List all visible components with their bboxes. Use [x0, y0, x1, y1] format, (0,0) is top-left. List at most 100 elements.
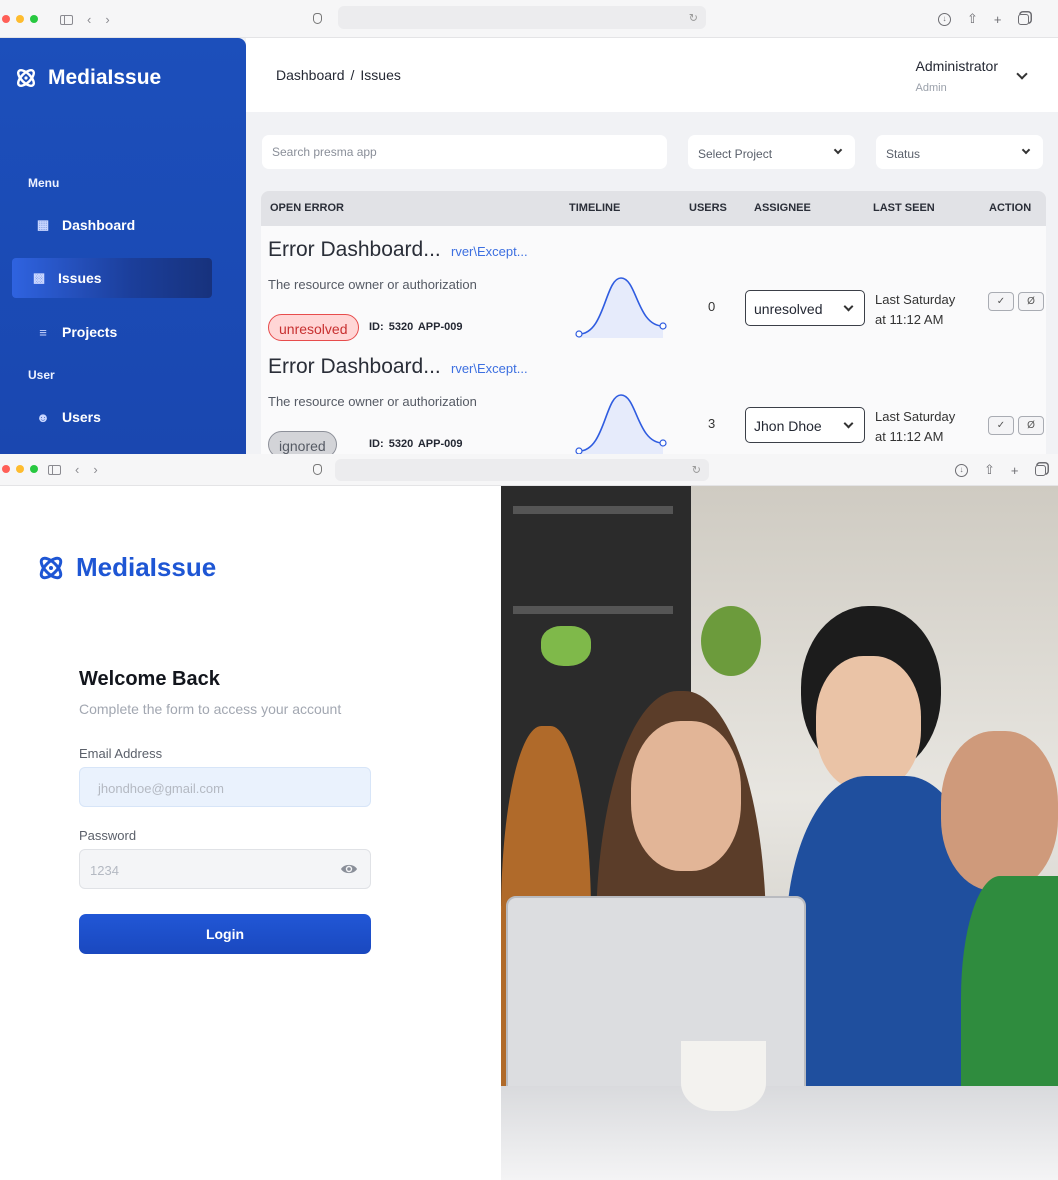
maximize-window-button[interactable]: [30, 15, 38, 23]
chevron-down-icon[interactable]: [1016, 68, 1028, 80]
status-badge: unresolved: [268, 314, 359, 341]
privacy-shield-icon[interactable]: [313, 13, 322, 24]
sidebar: MediaIssue Menu ▦ Dashboard ▩ Issues ≡ P…: [0, 38, 246, 454]
grid-icon: ▦: [36, 217, 50, 232]
login-window: ‹ › ↻ ↓ ⇧ + MediaIssue Welcome Back Comp…: [0, 454, 1058, 1180]
column-header: TIMELINE: [569, 202, 621, 214]
last-seen-time: at 11:12 AM: [875, 429, 944, 444]
close-window-button[interactable]: [2, 15, 10, 23]
new-tab-icon[interactable]: +: [994, 12, 1002, 27]
minimize-window-button[interactable]: [16, 465, 24, 473]
back-icon[interactable]: ‹: [75, 462, 79, 477]
error-title[interactable]: Error Dashboard...: [268, 238, 441, 262]
resolve-check-icon[interactable]: ✓: [988, 292, 1014, 311]
photo-plant-pot: [541, 626, 591, 666]
timeline-sparkline: [575, 277, 667, 338]
chevron-down-icon: [843, 418, 854, 429]
project-select-value: Select Project: [698, 147, 773, 161]
reload-icon[interactable]: ↻: [689, 11, 698, 24]
status-select[interactable]: Status: [876, 135, 1043, 169]
back-icon[interactable]: ‹: [87, 12, 91, 27]
tabs-overview-icon[interactable]: [1017, 13, 1029, 25]
error-meta: ID: 5320 APP-009: [369, 321, 463, 333]
photo-person-face: [816, 656, 921, 791]
browser-toolbar: ‹ › ↻ ↓ ⇧ +: [0, 0, 1058, 38]
last-seen-time: at 11:12 AM: [875, 312, 944, 327]
share-icon[interactable]: ⇧: [984, 462, 995, 478]
timeline-sparkline: [575, 394, 667, 454]
sidebar-item-issues[interactable]: ▩ Issues: [12, 258, 212, 298]
chevron-down-icon: [833, 145, 843, 155]
error-meta: ID: 5320 APP-009: [369, 438, 463, 450]
user-count: 0: [708, 299, 716, 314]
password-placeholder: 1234: [90, 863, 119, 878]
column-header: USERS: [689, 202, 727, 214]
chevron-down-icon: [843, 301, 854, 312]
tabs-overview-icon[interactable]: [1034, 464, 1046, 476]
email-field[interactable]: jhondhoe@gmail.com: [79, 767, 371, 807]
sidebar-item-label: Users: [62, 409, 101, 425]
user-heading: User: [28, 368, 55, 382]
search-input[interactable]: Search presma app: [262, 135, 667, 169]
atom-logo-icon: [14, 66, 38, 90]
column-header: ASSIGNEE: [754, 202, 811, 214]
last-seen-day: Last Saturday: [875, 292, 956, 307]
breadcrumb-separator: /: [350, 67, 355, 83]
exception-link[interactable]: rver\Except...: [451, 361, 528, 376]
browser-toolbar: ‹ › ↻ ↓ ⇧ +: [0, 454, 1058, 486]
privacy-shield-icon[interactable]: [313, 464, 322, 475]
sidebar-item-projects[interactable]: ≡ Projects: [12, 312, 212, 352]
status-badge: ignored: [268, 431, 337, 454]
forward-icon[interactable]: ›: [93, 462, 97, 477]
login-button[interactable]: Login: [79, 914, 371, 954]
show-password-eye-icon[interactable]: [340, 862, 358, 876]
sidebar-toggle-icon[interactable]: [60, 14, 73, 25]
photo-person-face: [941, 731, 1058, 891]
address-bar[interactable]: ↻: [338, 6, 706, 29]
download-icon[interactable]: ↓: [955, 463, 968, 477]
row-actions: ✓ Ø: [988, 416, 1044, 435]
close-window-button[interactable]: [2, 465, 10, 473]
photo-plant: [701, 606, 761, 676]
user-menu[interactable]: Administrator Admin: [916, 58, 998, 94]
user-role: Admin: [915, 82, 947, 94]
password-field[interactable]: 1234: [79, 849, 371, 889]
sidebar-item-dashboard[interactable]: ▦ Dashboard: [12, 205, 212, 245]
exception-link[interactable]: rver\Except...: [451, 244, 528, 259]
photo-shelf-bar: [513, 506, 673, 514]
reload-icon[interactable]: ↻: [692, 464, 701, 477]
share-icon[interactable]: ⇧: [967, 11, 978, 27]
assignee-select[interactable]: unresolved: [745, 290, 865, 326]
address-bar[interactable]: ↻: [335, 459, 709, 481]
photo-table: [501, 1086, 1058, 1180]
breadcrumb-current: Issues: [360, 67, 401, 83]
chevron-down-icon: [1021, 145, 1031, 155]
team-photo: [501, 486, 1058, 1180]
brand-name: MediaIssue: [48, 66, 162, 89]
row-actions: ✓ Ø: [988, 292, 1044, 311]
hide-eye-off-icon[interactable]: Ø: [1018, 292, 1044, 311]
photo-mug: [681, 1041, 766, 1111]
minimize-window-button[interactable]: [16, 15, 24, 23]
resolve-check-icon[interactable]: ✓: [988, 416, 1014, 435]
last-seen: Last Saturday at 11:12 AM: [875, 290, 955, 330]
sidebar-item-users[interactable]: ☻ Users: [12, 397, 212, 437]
breadcrumb-root[interactable]: Dashboard: [276, 67, 345, 83]
password-label: Password: [79, 828, 137, 843]
table-row: Error Dashboard... rver\Except... The re…: [261, 226, 1046, 343]
browser-nav: ‹ ›: [60, 12, 110, 27]
forward-icon[interactable]: ›: [105, 12, 109, 27]
sidebar-toggle-icon[interactable]: [48, 464, 61, 475]
table-header: OPEN ERROR TIMELINE USERS ASSIGNEE LAST …: [261, 191, 1046, 226]
download-icon[interactable]: ↓: [938, 12, 951, 26]
column-header: ACTION: [989, 202, 1032, 214]
project-select[interactable]: Select Project: [688, 135, 855, 169]
sidebar-item-label: Issues: [58, 270, 102, 286]
new-tab-icon[interactable]: +: [1011, 463, 1019, 478]
status-select-value: Status: [886, 147, 921, 161]
hide-eye-off-icon[interactable]: Ø: [1018, 416, 1044, 435]
error-title[interactable]: Error Dashboard...: [268, 355, 441, 379]
brand-name: MediaIssue: [76, 552, 217, 582]
maximize-window-button[interactable]: [30, 465, 38, 473]
assignee-select[interactable]: Jhon Dhoe: [745, 407, 865, 443]
